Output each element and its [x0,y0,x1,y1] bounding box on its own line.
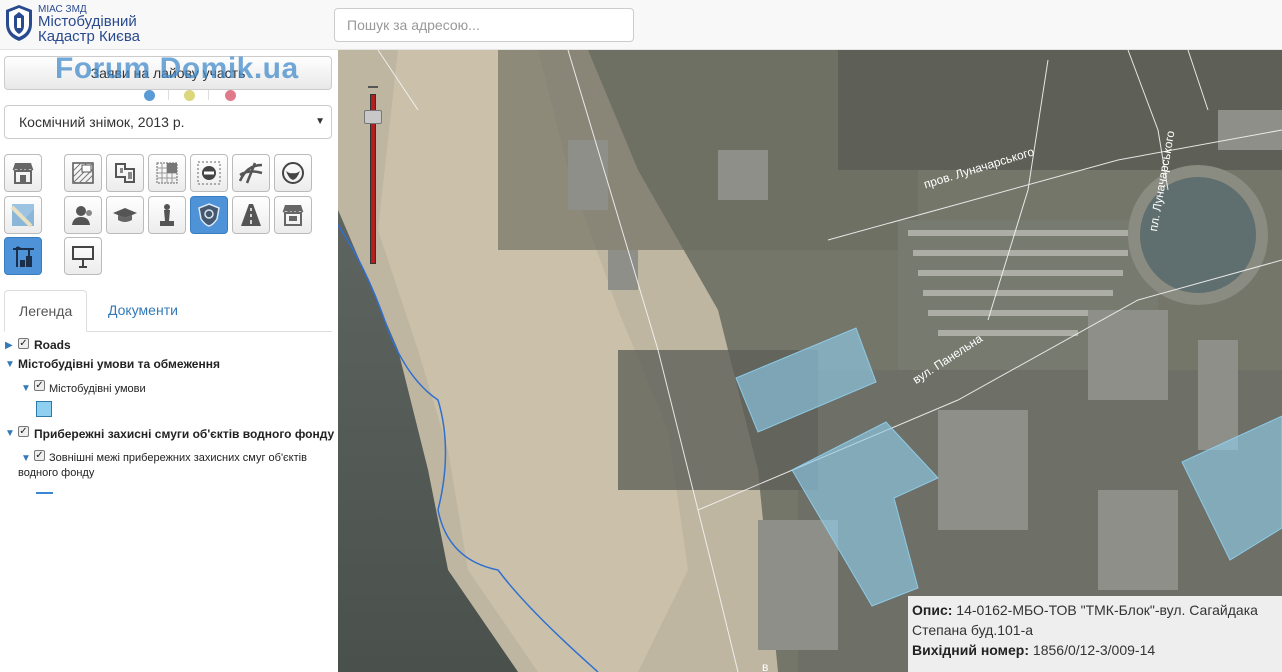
watermark-dot-blue [144,90,155,101]
layer-button-puzzle-plan[interactable] [106,154,144,192]
legend-urban-conditions-group: Містобудівні умови та обмеження [18,357,220,371]
layer-button-billboard[interactable] [64,237,102,275]
roads-checkbox[interactable]: ✓ [18,338,29,349]
tab-documents[interactable]: Документи [94,290,192,332]
road-junction-icon [238,162,263,184]
watermark-dot-yellow [184,90,195,101]
puzzle-plan-icon [115,163,135,183]
info-description-value-cont: Степана буд.101-а [912,622,1034,638]
app: МІАС ЗМД Містобудівний Кадастр Києва Зая… [0,0,1282,672]
chevron-down-icon[interactable]: ▼ [21,453,31,464]
legend-roads-label: Roads [34,338,71,352]
water-bounds-line-swatch [36,492,53,494]
kyiv-emblem-icon[interactable] [4,4,34,42]
caret-down-icon: ▼ [315,116,325,127]
legend-water-bounds-label-line1: Зовнішні межі прибережних захисних смуг … [49,452,307,464]
hatched-plan-icon [72,162,94,184]
grid-plan-icon [156,162,178,184]
layer-button-shop[interactable] [4,154,42,192]
street-label-bottom: в [762,660,769,672]
globe-outline-icon [282,162,304,184]
sidebar-tabs: Легенда Документи [4,290,332,332]
basemap-select-value: Космічний знімок, 2013 р. [19,114,185,130]
layer-button-police[interactable] [190,196,228,234]
zoom-slider-handle[interactable] [364,110,382,124]
chevron-down-icon[interactable]: ▼ [5,428,15,439]
layer-button-road[interactable] [232,196,270,234]
feature-info-panel: Опис: 14-0162-МБО-ТОВ "ТМК-Блок"-вул. Са… [908,596,1282,672]
address-search-input[interactable] [334,8,634,42]
shop-icon [12,163,34,184]
water-protection-bounds-checkbox[interactable]: ✓ [34,450,45,461]
satellite-imagery [338,50,1282,672]
map-icon [10,204,34,228]
layer-button-education[interactable] [106,196,144,234]
no-entry-icon [197,161,221,185]
zoom-slider-cap [368,86,378,96]
chevron-down-icon[interactable]: ▼ [5,359,15,370]
basemap-select[interactable]: Космічний знімок, 2013 р. ▼ [4,105,332,139]
logo-title-line2: Кадастр Києва [38,28,140,45]
layer-button-grid-plan[interactable] [148,154,186,192]
watermark-separator [208,90,209,100]
urban-conditions-checkbox[interactable]: ✓ [34,380,45,391]
legend-water-bounds-label-line2: водного фонду [18,467,95,479]
urban-conditions-swatch [36,401,52,417]
road-icon [241,204,261,226]
layer-button-construction[interactable] [4,237,42,275]
billboard-icon [72,246,94,268]
police-badge-icon [198,203,220,227]
construction-crane-icon [13,246,34,267]
graduation-cap-icon [113,208,137,222]
logo-title-line1: Містобудівний [38,13,137,30]
chevron-right-icon[interactable]: ▶ [5,340,13,351]
layer-button-road-junction[interactable] [232,154,270,192]
sidebar: Заяви на лайову участь Forum Domik.ua Ко… [0,50,338,672]
top-header: МІАС ЗМД Містобудівний Кадастр Києва [0,0,1282,50]
watermark-dot-red [225,90,236,101]
market-icon [282,205,304,226]
map-view[interactable]: пров. Луначарського пл. Луначарського ву… [338,50,1282,672]
watermark-separator [168,90,169,100]
info-number-value: 1856/0/12-3/009-14 [1032,642,1156,658]
proposal-button[interactable]: Заяви на лайову участь [4,56,332,90]
layer-button-hatched-plan[interactable] [64,154,102,192]
chevron-down-icon[interactable]: ▼ [21,383,31,394]
layer-button-monument[interactable] [148,196,186,234]
layer-button-map[interactable] [4,196,42,234]
layer-button-no-entry[interactable] [190,154,228,192]
info-number-label: Вихідний номер: [912,642,1030,658]
tab-legend[interactable]: Легенда [4,290,88,332]
info-description-value: 14-0162-МБО-ТОВ "ТМК-Блок"-вул. Сагайдак… [956,602,1258,618]
layer-button-globe-outline[interactable] [274,154,312,192]
layer-button-person[interactable] [64,196,102,234]
layer-button-market[interactable] [274,196,312,234]
monument-icon [160,204,174,226]
person-icon [72,206,92,225]
info-description-label: Опис: [912,602,953,618]
legend-water-protection-group: Прибережні захисні смуги об'єктів водног… [34,427,335,441]
legend-urban-conditions-label: Містобудівні умови [49,383,146,395]
water-protection-checkbox[interactable]: ✓ [18,426,29,437]
